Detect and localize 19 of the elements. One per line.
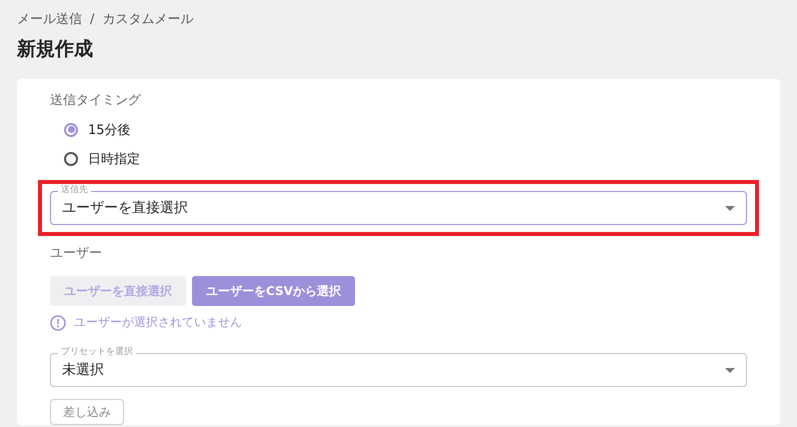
radio-label: 15分後 [88, 122, 131, 139]
insert-button[interactable]: 差し込み [50, 399, 124, 425]
select-field[interactable]: 送信先 ユーザーを直接選択 [50, 184, 747, 226]
field-label: 送信先 [58, 185, 91, 196]
radio-button[interactable] [64, 122, 78, 137]
breadcrumb-current: カスタムメール [102, 11, 194, 28]
radio-label: 日時指定 [88, 151, 140, 168]
field-label: プリセットを選択 [58, 347, 136, 358]
caret-icon [725, 206, 735, 211]
error-message: ユーザーが選択されていません [74, 314, 242, 332]
caret-icon [725, 368, 735, 373]
section-label: 送信タイミング [50, 92, 142, 109]
radio-button[interactable] [64, 152, 78, 166]
page-title: 新規作成 [17, 37, 94, 62]
breadcrumb-separator: / [90, 12, 94, 26]
select-field[interactable]: プリセットを選択 未選択 [50, 346, 747, 388]
breadcrumb-link[interactable]: メール送信 [17, 10, 82, 28]
section-label: ユーザー [50, 245, 103, 262]
alert-icon [50, 314, 66, 331]
